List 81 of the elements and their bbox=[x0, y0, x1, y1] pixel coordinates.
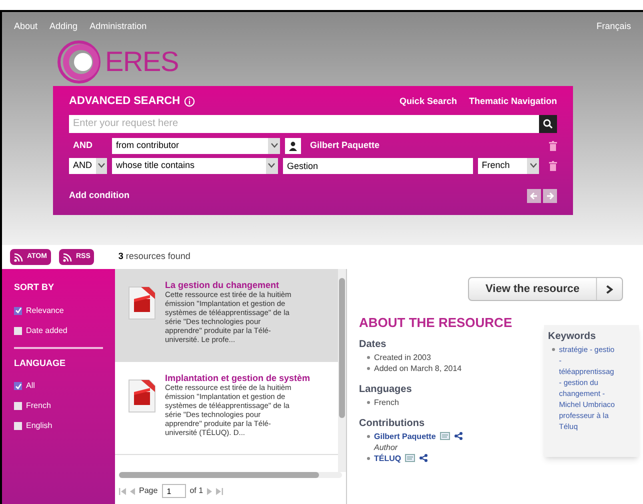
filter-heading: LANGUAGE bbox=[14, 356, 66, 370]
trash-icon[interactable] bbox=[549, 140, 557, 150]
results-count: 3 resources found bbox=[118, 250, 190, 264]
detail-item: French bbox=[374, 396, 399, 408]
logo-icon bbox=[57, 40, 101, 84]
rss-icon bbox=[62, 252, 72, 262]
filter-option[interactable]: Date added bbox=[14, 322, 103, 338]
caret-icon bbox=[530, 163, 536, 168]
nav-link[interactable]: Adding bbox=[50, 20, 78, 34]
detail-item: Created in 2003 bbox=[374, 352, 431, 362]
card-icon[interactable] bbox=[440, 432, 450, 440]
value-field[interactable]: Gestion bbox=[282, 158, 473, 174]
page-label: Page bbox=[139, 485, 158, 497]
card-icon[interactable] bbox=[405, 454, 416, 462]
detail-item: Added on March 8, 2014 bbox=[374, 362, 462, 374]
trash-icon[interactable] bbox=[549, 160, 557, 170]
rss-icon bbox=[14, 252, 23, 262]
bullet-icon bbox=[367, 366, 370, 370]
filter-option[interactable]: Relevance bbox=[14, 302, 103, 318]
bullet-icon bbox=[367, 434, 370, 438]
contributor-link[interactable]: Gilbert Paquette bbox=[374, 430, 436, 442]
field-dropdown[interactable]: from contributor bbox=[112, 138, 280, 154]
keywords-heading: Keywords bbox=[548, 330, 597, 344]
video-file-icon bbox=[127, 285, 157, 321]
filter-option[interactable]: French bbox=[14, 398, 103, 414]
bullet-icon bbox=[367, 356, 370, 358]
filter-option[interactable]: English bbox=[14, 418, 103, 434]
nav-link[interactable]: Administration bbox=[90, 20, 147, 34]
logo-text: ERES bbox=[105, 44, 178, 78]
panel-link[interactable]: Thematic Navigation bbox=[468, 94, 557, 108]
chevron-right-icon bbox=[606, 284, 613, 294]
checkbox[interactable] bbox=[14, 326, 22, 334]
previous-button[interactable] bbox=[527, 188, 541, 202]
operator-label: AND bbox=[72, 138, 94, 152]
detail-heading: Dates bbox=[359, 338, 388, 352]
checkbox[interactable] bbox=[14, 402, 22, 410]
field-dropdown[interactable]: whose title contains bbox=[112, 158, 278, 174]
left-arrow-icon bbox=[530, 192, 538, 200]
share-icon[interactable] bbox=[454, 432, 463, 440]
checkbox[interactable] bbox=[14, 306, 22, 314]
filter-heading: SORT BY bbox=[14, 281, 56, 294]
panel-title: ADVANCED SEARCH bbox=[69, 94, 180, 110]
detail-heading: Contributions bbox=[359, 416, 426, 430]
next-button[interactable] bbox=[543, 188, 557, 202]
search-button[interactable] bbox=[539, 114, 557, 132]
caret-icon bbox=[268, 163, 276, 168]
caret-icon bbox=[98, 163, 105, 168]
contributor-name[interactable]: Gilbert Paquette bbox=[306, 138, 544, 152]
video-file-icon bbox=[127, 378, 157, 414]
nav-link[interactable]: About bbox=[14, 20, 38, 34]
language-link[interactable]: Français bbox=[596, 20, 631, 34]
result-title[interactable]: La gestion du changement bbox=[165, 281, 292, 290]
person-icon bbox=[288, 140, 298, 150]
search-field[interactable]: Enter your request here bbox=[69, 114, 539, 132]
language-dropdown[interactable]: French bbox=[478, 158, 539, 174]
right-arrow-icon bbox=[546, 192, 554, 200]
result-item[interactable] bbox=[115, 269, 338, 362]
checkbox[interactable] bbox=[14, 382, 22, 390]
contributor-link[interactable]: TÉLUQ bbox=[374, 452, 402, 464]
share-icon[interactable] bbox=[419, 454, 428, 462]
bullet-icon bbox=[367, 456, 370, 460]
page-count: of 1 bbox=[190, 485, 204, 497]
scrollbar-thumb[interactable] bbox=[119, 472, 319, 478]
info-icon[interactable] bbox=[184, 96, 196, 107]
caret-icon bbox=[270, 143, 278, 148]
detail-heading: Languages bbox=[359, 382, 413, 396]
scrollbar-thumb[interactable] bbox=[339, 278, 345, 418]
section-heading: ABOUT THE RESOURCE bbox=[359, 314, 514, 332]
bullet-icon bbox=[552, 348, 555, 350]
search-icon bbox=[543, 118, 553, 128]
person-button[interactable] bbox=[285, 138, 301, 154]
panel-link[interactable]: Quick Search bbox=[399, 94, 457, 108]
bullet-icon bbox=[367, 400, 370, 404]
result-title[interactable]: Implantation et gestion de systèm bbox=[165, 374, 310, 383]
add-condition-link[interactable]: Add condition bbox=[69, 188, 130, 202]
filter-option[interactable]: All bbox=[14, 378, 103, 394]
checkbox[interactable] bbox=[14, 422, 22, 430]
contributor-role: Author bbox=[374, 442, 399, 452]
page-field[interactable]: 1 bbox=[162, 484, 186, 498]
view-resource-button[interactable]: View the resource bbox=[468, 277, 623, 301]
operator-dropdown[interactable]: AND bbox=[69, 158, 107, 174]
